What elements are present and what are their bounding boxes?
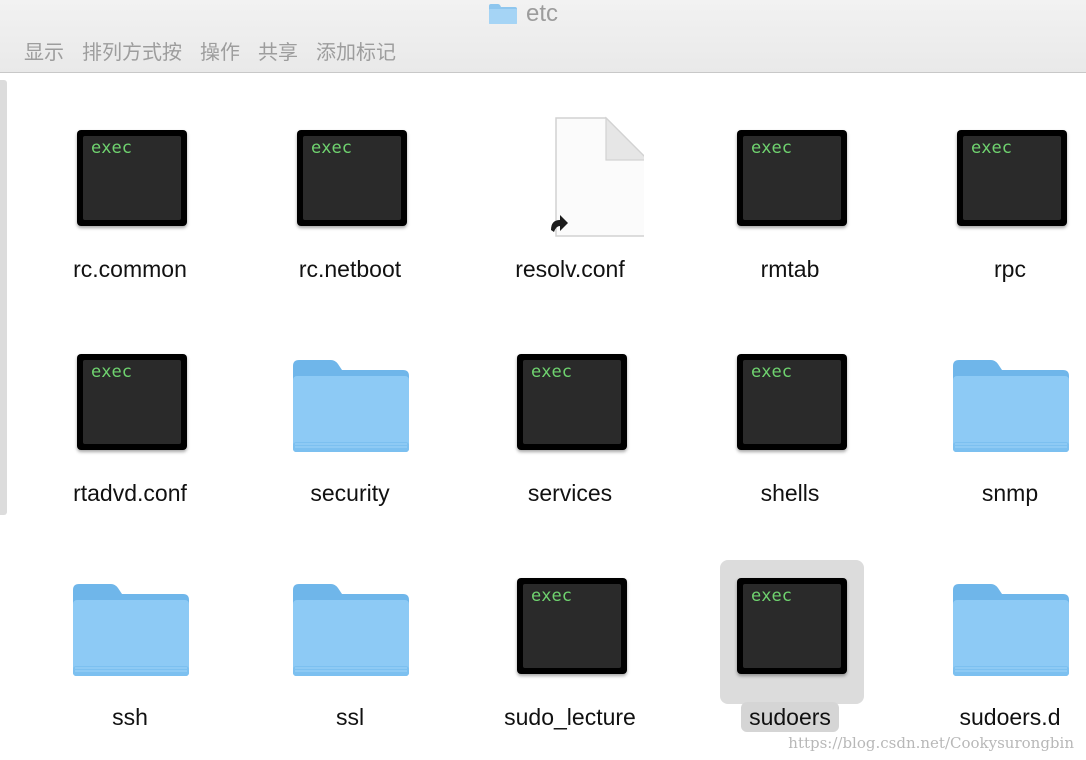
sidebar-edge[interactable] — [0, 80, 7, 515]
exec-icon: exec — [737, 354, 847, 450]
exec-icon: exec — [517, 354, 627, 450]
file-item[interactable]: exec services — [460, 316, 680, 536]
folder-icon — [293, 360, 409, 452]
menu-add-tags[interactable]: 添加标记 — [316, 36, 396, 65]
file-name: security — [310, 480, 390, 506]
file-name: services — [527, 480, 613, 506]
file-item[interactable]: ssh — [20, 540, 240, 760]
title-bar: etc 显示 排列方式 按 操作 共享 添加标记 — [0, 0, 1086, 73]
folder-icon — [953, 360, 1069, 452]
file-item[interactable]: exec rtadvd.conf — [20, 316, 240, 536]
exec-icon: exec — [77, 354, 187, 450]
finder-window: etc 显示 排列方式 按 操作 共享 添加标记 exec rc.common … — [0, 0, 1086, 760]
menu-action[interactable]: 操作 — [200, 36, 240, 65]
file-item[interactable]: ssl — [240, 540, 460, 760]
file-name: sudoers.d — [959, 704, 1061, 730]
exec-icon: exec — [297, 130, 407, 226]
file-name: rpc — [994, 256, 1026, 282]
exec-icon: exec — [957, 130, 1067, 226]
file-item[interactable]: security — [240, 316, 460, 536]
file-name: resolv.conf — [515, 256, 625, 282]
file-item[interactable]: exec shells — [680, 316, 900, 536]
menu-show[interactable]: 显示 — [24, 36, 64, 65]
file-item[interactable]: exec sudo_lecture — [460, 540, 680, 760]
file-item[interactable]: snmp — [900, 316, 1086, 536]
menu-arrange[interactable]: 排列方式 — [82, 36, 162, 65]
file-item[interactable]: exec rc.common — [20, 92, 240, 312]
exec-icon: exec — [737, 578, 847, 674]
menu-share[interactable]: 共享 — [258, 36, 298, 65]
exec-icon: exec — [77, 130, 187, 226]
file-name: rmtab — [760, 256, 820, 282]
folder-icon — [73, 584, 189, 676]
file-name: shells — [760, 480, 820, 506]
window-title-group: etc — [488, 0, 558, 28]
watermark: https://blog.csdn.net/Cookysurongbin — [788, 734, 1074, 752]
file-item[interactable]: exec rpc — [900, 92, 1086, 312]
folder-icon — [293, 584, 409, 676]
toolbar: 显示 排列方式 按 操作 共享 添加标记 — [24, 36, 414, 64]
file-item[interactable]: exec rc.netboot — [240, 92, 460, 312]
folder-icon — [488, 3, 518, 25]
menu-by[interactable]: 按 — [162, 36, 182, 65]
file-name: rc.netboot — [298, 256, 402, 282]
file-item[interactable]: resolv.conf — [460, 92, 680, 312]
file-item-selected[interactable]: exec sudoers — [680, 540, 900, 760]
file-name: sudoers — [741, 702, 839, 732]
file-item[interactable]: sudoers.d — [900, 540, 1086, 760]
exec-icon: exec — [517, 578, 627, 674]
file-name: rc.common — [73, 256, 187, 282]
exec-icon: exec — [737, 130, 847, 226]
window-title: etc — [526, 0, 559, 27]
file-name: snmp — [981, 480, 1039, 506]
file-name: ssl — [335, 704, 365, 730]
document-alias-icon — [551, 116, 644, 237]
file-name: ssh — [112, 704, 148, 730]
file-name: rtadvd.conf — [73, 480, 187, 506]
folder-icon — [953, 584, 1069, 676]
file-name: sudo_lecture — [504, 704, 636, 730]
file-item[interactable]: exec rmtab — [680, 92, 900, 312]
